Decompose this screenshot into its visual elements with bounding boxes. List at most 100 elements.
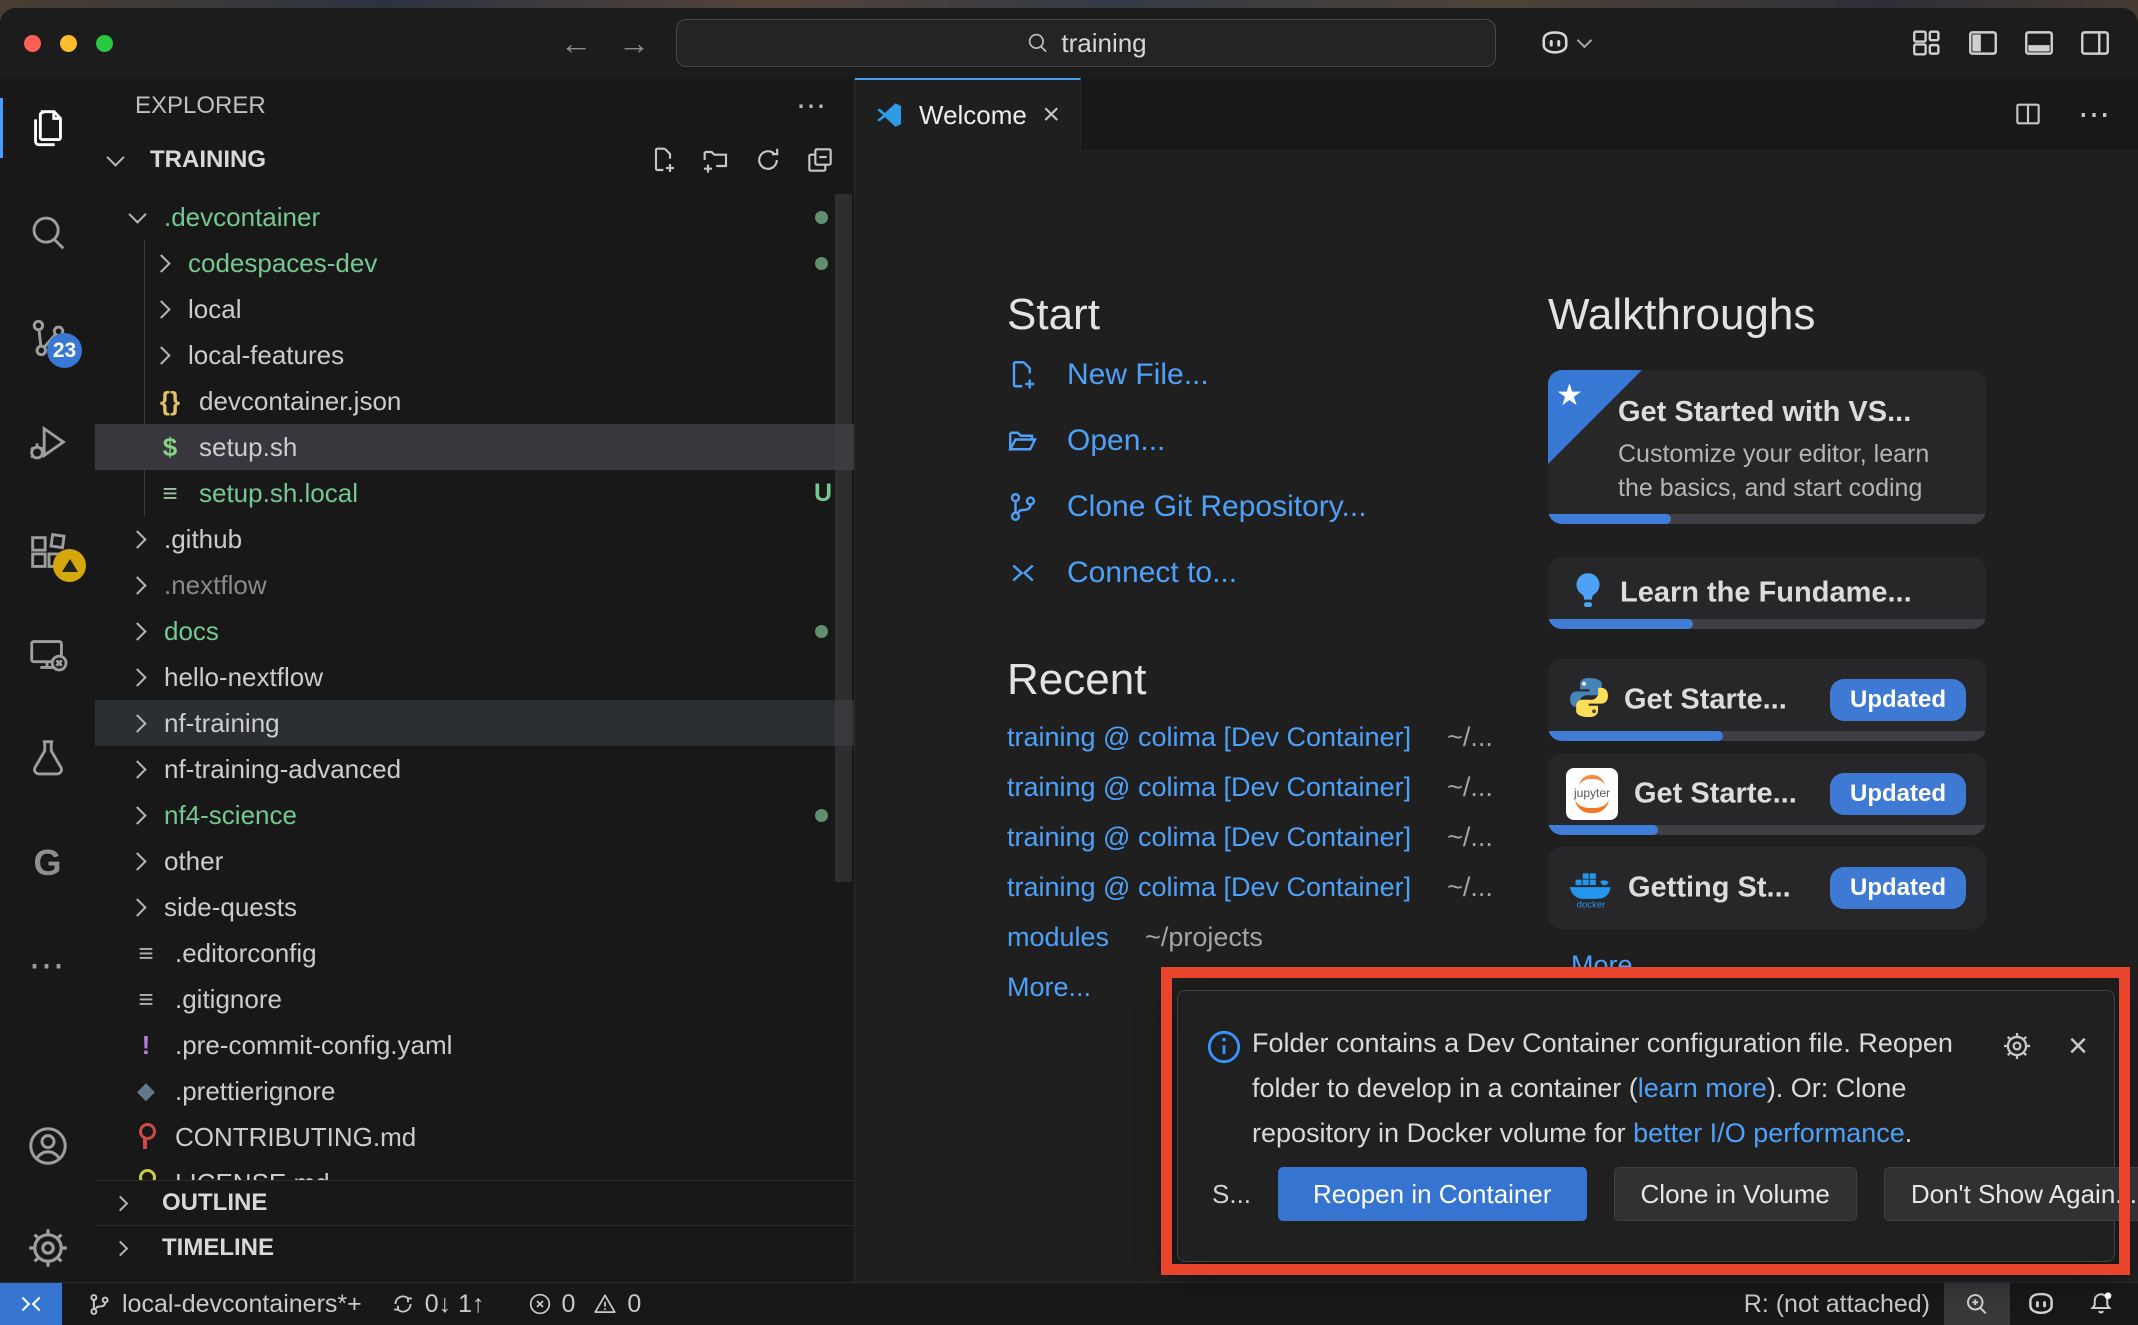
sidebar-item-extensions[interactable] [0,521,95,585]
tree-row[interactable]: .nextflow [95,562,854,608]
close-icon[interactable]: × [2068,1029,2088,1063]
chevron-right-icon [128,898,146,916]
new-folder-icon[interactable] [700,144,732,176]
minimize-window-button[interactable] [60,35,77,52]
tree-row[interactable]: !.pre-commit-config.yaml [95,1022,854,1068]
tree-row[interactable]: .github [95,516,854,562]
collapse-all-icon[interactable] [804,144,836,176]
copilot-status-item[interactable] [2010,1283,2072,1325]
tree-row-selected[interactable]: $setup.sh [95,424,854,470]
recent-link[interactable]: training @ colima [Dev Container] [1007,722,1411,753]
start-new-file[interactable]: New File... [1005,350,1209,400]
sidebar-item-gitlens[interactable]: G [0,831,95,895]
tree-row[interactable]: nf-training-advanced [95,746,854,792]
tree-row[interactable]: .devcontainer [95,194,854,240]
navigate-back-icon[interactable]: ← [560,25,592,62]
branch-status-item[interactable]: local-devcontainers*+ [72,1283,376,1325]
tree-row[interactable]: ≡.editorconfig [95,930,854,976]
tree-row-hovered[interactable]: nf-training [95,700,854,746]
tree-row[interactable]: ≡setup.sh.localU [95,470,854,516]
refresh-icon[interactable] [752,144,784,176]
chevron-right-icon [128,530,146,548]
problems-status-item[interactable]: 0 0 [513,1283,656,1325]
zoom-status-item[interactable] [1944,1283,2010,1325]
recent-link[interactable]: training @ colima [Dev Container] [1007,822,1411,853]
walkthrough-card-jupyter[interactable]: jupyter Get Starte... Updated [1548,753,1986,835]
chevron-right-icon [128,806,146,824]
tree-row[interactable]: codespaces-dev [95,240,854,286]
sidebar-item-search[interactable] [0,201,95,265]
tree-row[interactable]: other [95,838,854,884]
toggle-panel-icon[interactable] [2022,26,2056,60]
start-clone-repo[interactable]: Clone Git Repository... [1005,482,1367,532]
sidebar-item-testing[interactable] [0,726,95,790]
tree-row[interactable]: ◆.prettierignore [95,1068,854,1114]
accounts-button[interactable] [0,1114,95,1178]
copilot-menu[interactable] [1537,25,1610,61]
outline-panel-header[interactable]: OUTLINE [95,1180,854,1225]
recent-link[interactable]: training @ colima [Dev Container] [1007,772,1411,803]
walkthrough-progress [1548,514,1986,524]
chevron-down-icon [128,205,146,223]
sidebar-item-remote-explorer[interactable] [0,623,95,687]
sync-status-item[interactable]: 0↓ 1↑ [376,1283,499,1325]
customize-layout-icon[interactable] [1910,26,1944,60]
close-window-button[interactable] [24,35,41,52]
copilot-icon [1537,25,1573,61]
tree-row[interactable]: local-features [95,332,854,378]
settings-button[interactable] [0,1216,95,1280]
notification-settings-icon[interactable] [2000,1029,2034,1063]
start-connect-to[interactable]: Connect to... [1005,548,1237,598]
recent-link[interactable]: modules [1007,922,1109,953]
close-icon[interactable]: × [1042,98,1060,132]
sidebar-item-run-debug[interactable] [0,411,95,475]
new-file-icon[interactable] [648,144,680,176]
tree-row[interactable]: {}devcontainer.json [95,378,854,424]
walkthrough-card-fundamentals[interactable]: Learn the Fundame... [1548,557,1986,629]
learn-more-link[interactable]: learn more [1638,1073,1767,1103]
devcontainer-notification: Folder contains a Dev Container configur… [1177,990,2115,1262]
notifications-status-item[interactable] [2072,1283,2138,1325]
tree-row[interactable]: CONTRIBUTING.md [95,1114,854,1160]
explorer-more-icon[interactable]: ⋯ [796,89,826,124]
tree-row[interactable]: hello-nextflow [95,654,854,700]
tree-row[interactable]: ≡.gitignore [95,976,854,1022]
toggle-primary-sidebar-icon[interactable] [1966,26,2000,60]
walkthrough-card-python[interactable]: Get Starte... Updated [1548,659,1986,741]
walkthrough-card-get-started[interactable]: ★ Get Started with VS... Customize your … [1548,370,1986,524]
io-performance-link[interactable]: better I/O performance [1633,1118,1905,1148]
walkthrough-card-docker[interactable]: docker Getting St... Updated [1548,847,1986,929]
tree-row[interactable]: side-quests [95,884,854,930]
timeline-panel-header[interactable]: TIMELINE [95,1225,854,1270]
source-button-truncated[interactable]: S... [1212,1167,1251,1221]
remote-indicator[interactable] [0,1283,62,1325]
sidebar-item-source-control[interactable]: 23 [0,306,95,370]
toggle-secondary-sidebar-icon[interactable] [2078,26,2112,60]
navigate-forward-icon[interactable]: → [618,25,650,62]
reopen-in-container-button[interactable]: Reopen in Container [1278,1167,1587,1221]
tab-welcome[interactable]: Welcome × [855,78,1081,150]
section-training[interactable]: TRAINING [95,136,854,184]
dont-show-again-button[interactable]: Don't Show Again... [1884,1167,2138,1221]
remote-explorer-icon [25,632,71,678]
editor-more-icon[interactable]: ⋯ [2078,95,2110,133]
list-file-icon: ≡ [155,478,185,509]
split-editor-icon[interactable] [2012,98,2044,130]
r-status-item[interactable]: R: (not attached) [1730,1283,1944,1325]
tree-row[interactable]: docs [95,608,854,654]
clone-in-volume-button[interactable]: Clone in Volume [1614,1167,1857,1221]
zoom-window-button[interactable] [96,35,113,52]
tree-row[interactable]: LICENSE.md [95,1160,854,1180]
docker-icon: docker [1566,861,1616,916]
start-open[interactable]: Open... [1005,416,1165,466]
sidebar-scrollbar[interactable] [835,194,852,882]
tree-row[interactable]: local [95,286,854,332]
activity-bar-more[interactable]: ⋯ [0,933,95,997]
screen: ← → training [0,0,2138,1325]
recent-more-link[interactable]: More... [1007,972,1091,1003]
sidebar-item-explorer[interactable] [0,96,95,160]
command-center-search[interactable]: training [676,19,1496,67]
recent-link[interactable]: training @ colima [Dev Container] [1007,872,1411,903]
walkthroughs-more-link[interactable]: More... [1571,950,1655,981]
tree-row[interactable]: nf4-science [95,792,854,838]
